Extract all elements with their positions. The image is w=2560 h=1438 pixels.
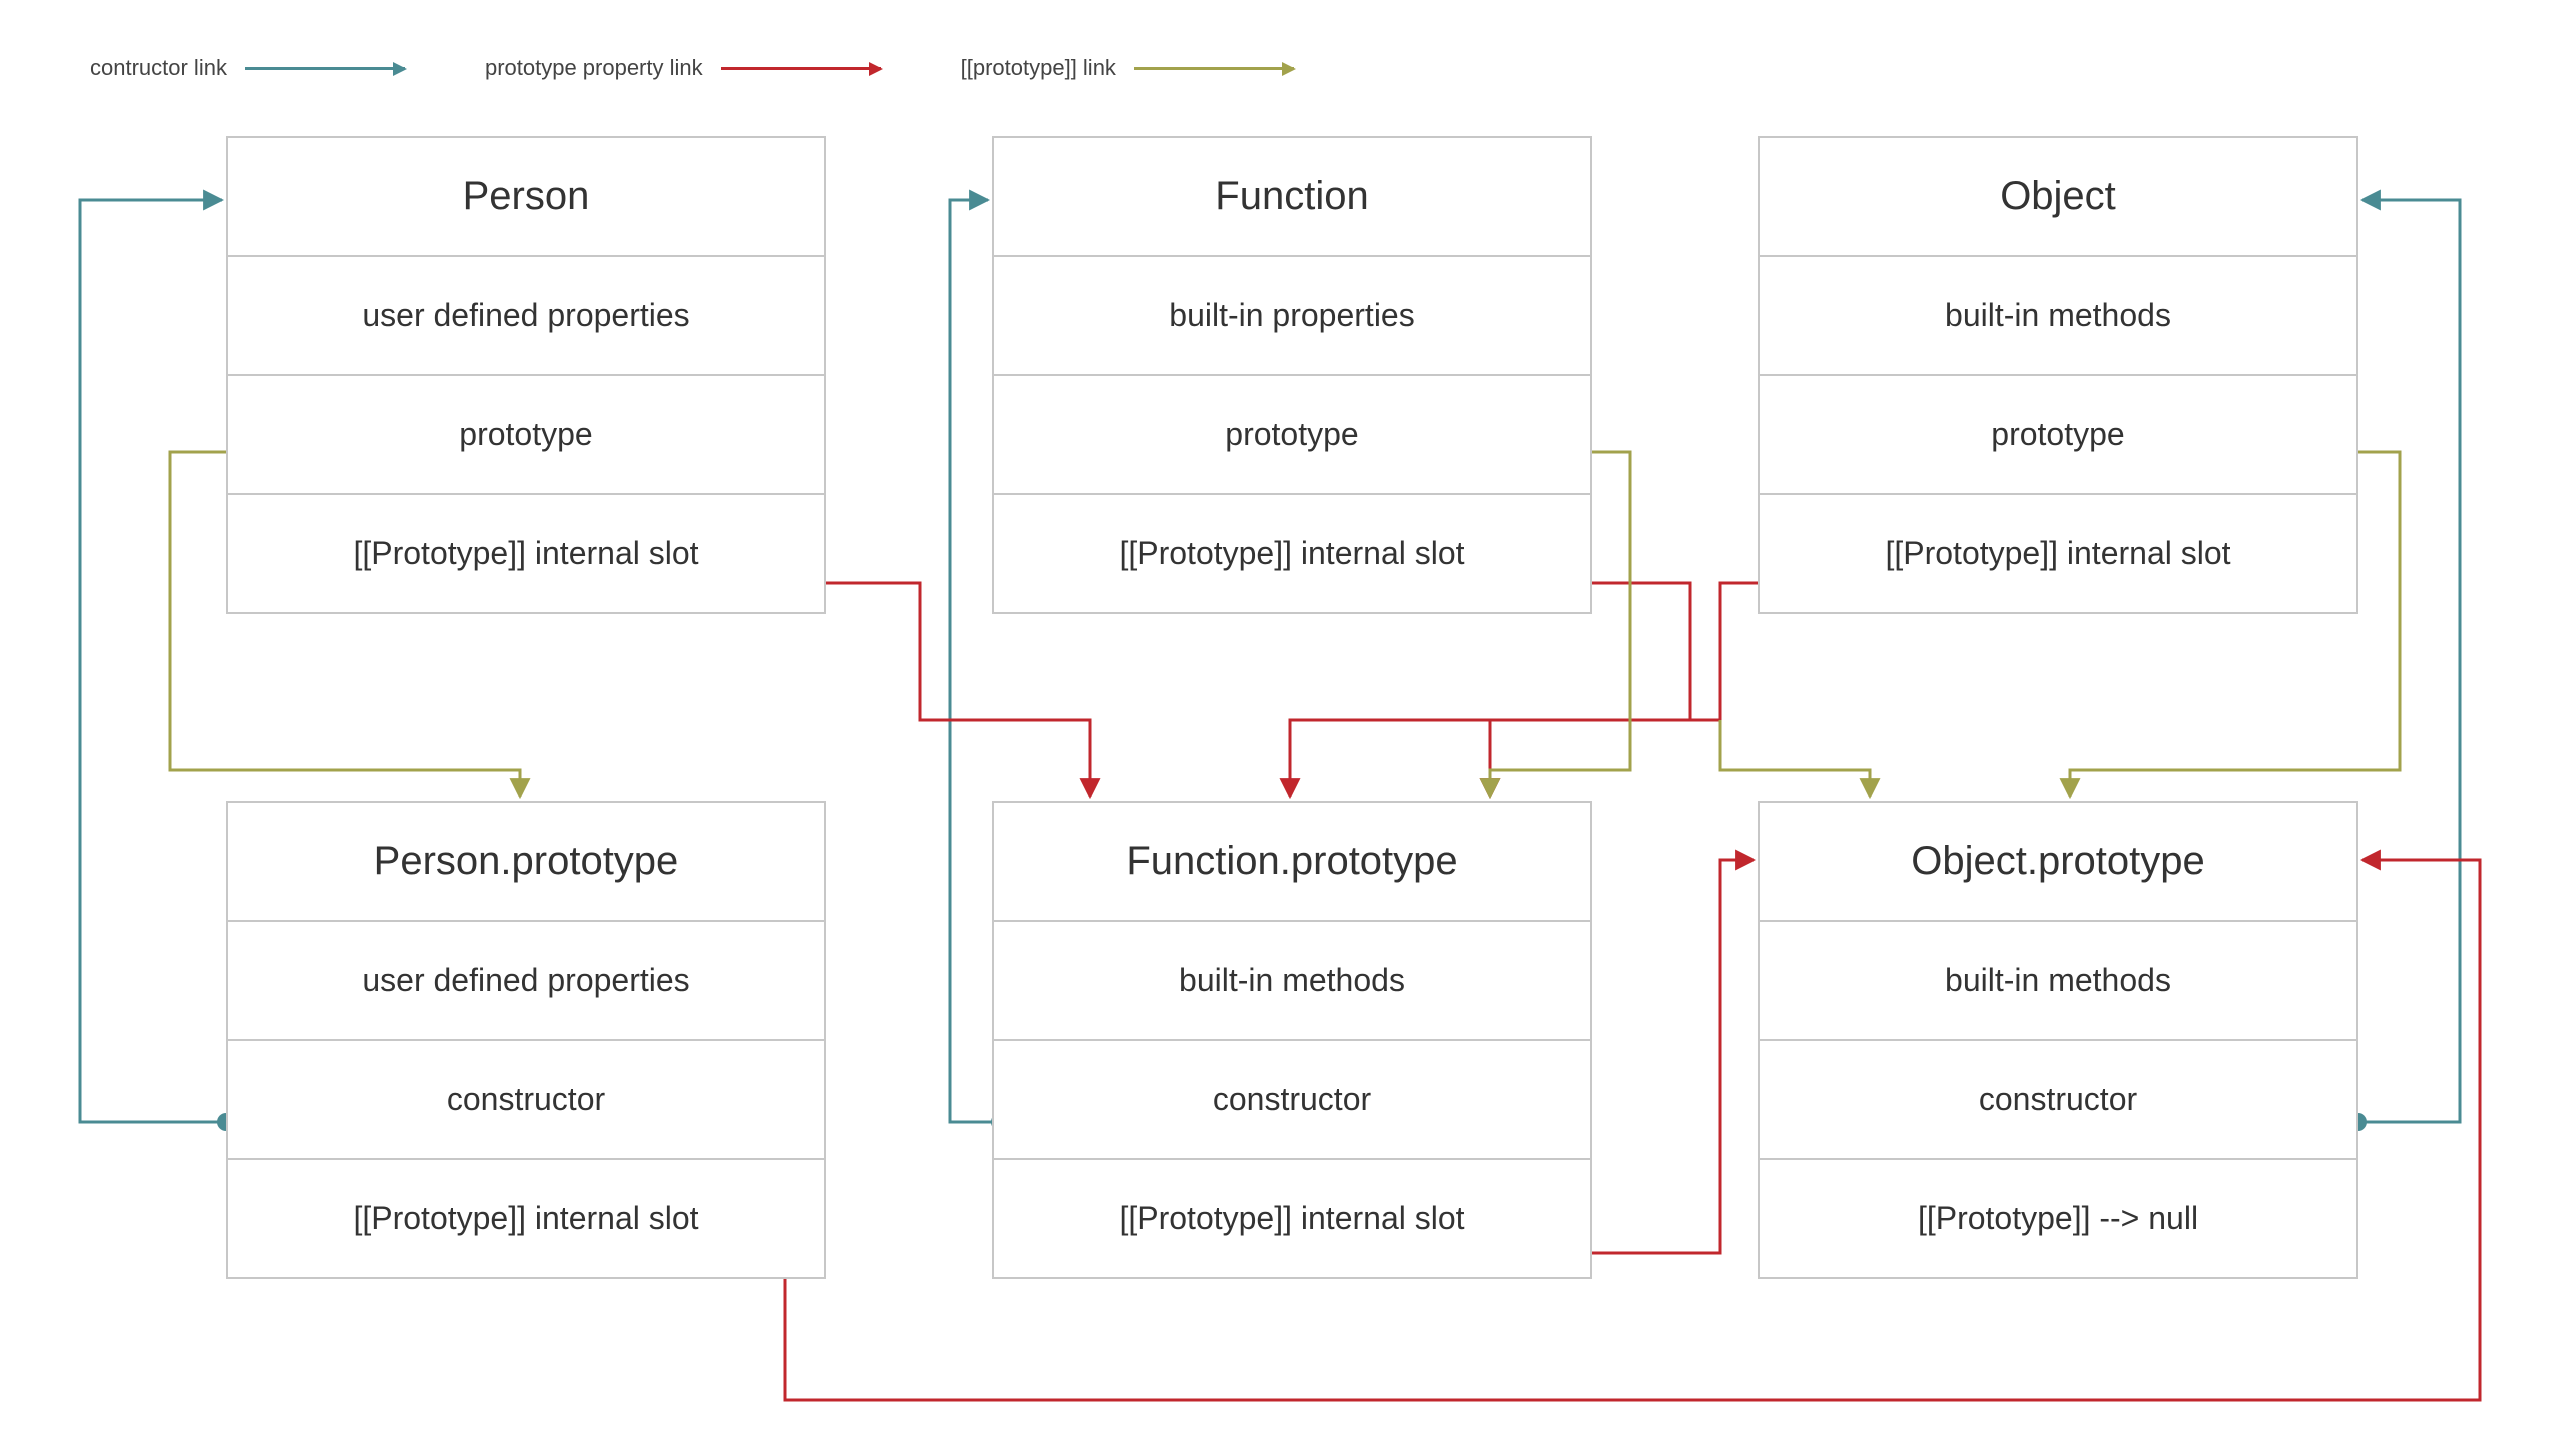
- person-user-defined: user defined properties: [228, 257, 824, 376]
- legend-prototype-arrow: [721, 67, 881, 70]
- box-function: Function built-in properties prototype […: [992, 136, 1592, 614]
- object-proto-null: [[Prototype]] --> null: [1760, 1160, 2356, 1277]
- object-builtin-methods: built-in methods: [1760, 257, 2356, 376]
- object-proto-constructor: constructor: [1760, 1041, 2356, 1160]
- object-proto-title: Object.prototype: [1760, 803, 2356, 922]
- function-proto-internal-slot: [[Prototype]] internal slot: [994, 1160, 1590, 1277]
- legend-constructor-label: contructor link: [90, 55, 227, 81]
- box-object: Object built-in methods prototype [[Prot…: [1758, 136, 2358, 614]
- person-proto-user-defined: user defined properties: [228, 922, 824, 1041]
- box-person-prototype: Person.prototype user defined properties…: [226, 801, 826, 1279]
- legend-prototype: prototype property link: [485, 55, 881, 81]
- object-title: Object: [1760, 138, 2356, 257]
- legend-internal-arrow: [1134, 67, 1294, 70]
- person-proto-internal-slot: [[Prototype]] internal slot: [228, 1160, 824, 1277]
- function-prototype: prototype: [994, 376, 1590, 495]
- person-prototype: prototype: [228, 376, 824, 495]
- object-proto-builtin-methods: built-in methods: [1760, 922, 2356, 1041]
- function-proto-builtin-methods: built-in methods: [994, 922, 1590, 1041]
- box-object-prototype: Object.prototype built-in methods constr…: [1758, 801, 2358, 1279]
- function-proto-constructor: constructor: [994, 1041, 1590, 1160]
- legend-constructor: contructor link: [90, 55, 405, 81]
- function-builtin-props: built-in properties: [994, 257, 1590, 376]
- function-proto-title: Function.prototype: [994, 803, 1590, 922]
- legend-internal: [[prototype]] link: [961, 55, 1294, 81]
- diagram-canvas: contructor link prototype property link …: [0, 0, 2560, 1438]
- person-proto-constructor: constructor: [228, 1041, 824, 1160]
- box-function-prototype: Function.prototype built-in methods cons…: [992, 801, 1592, 1279]
- object-prototype: prototype: [1760, 376, 2356, 495]
- legend-prototype-label: prototype property link: [485, 55, 703, 81]
- legend-constructor-arrow: [245, 67, 405, 70]
- function-internal-slot: [[Prototype]] internal slot: [994, 495, 1590, 612]
- legend-internal-label: [[prototype]] link: [961, 55, 1116, 81]
- legend: contructor link prototype property link …: [90, 55, 1294, 81]
- object-internal-slot: [[Prototype]] internal slot: [1760, 495, 2356, 612]
- box-person: Person user defined properties prototype…: [226, 136, 826, 614]
- person-proto-title: Person.prototype: [228, 803, 824, 922]
- person-internal-slot: [[Prototype]] internal slot: [228, 495, 824, 612]
- function-title: Function: [994, 138, 1590, 257]
- person-title: Person: [228, 138, 824, 257]
